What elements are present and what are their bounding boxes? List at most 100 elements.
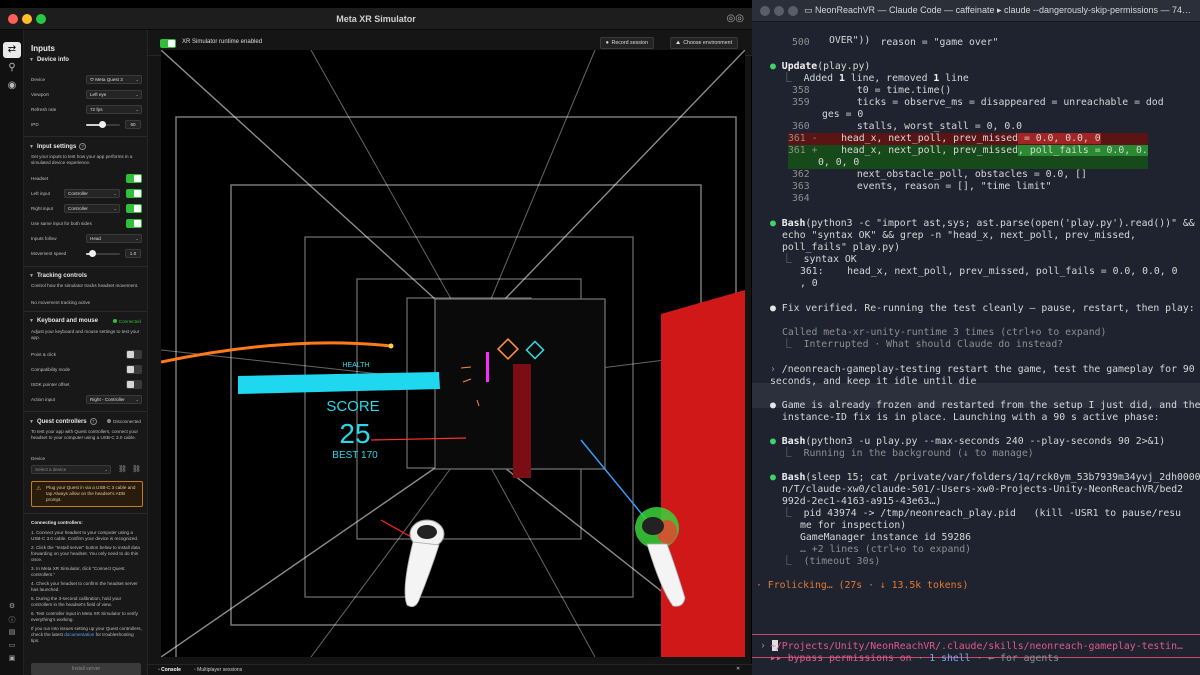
- step-item: 5. During the 3-second calibration, hold…: [31, 596, 122, 607]
- terminal-line: me for inspection): [800, 520, 907, 531]
- input-settings-heading[interactable]: ▼ Input settings?: [29, 143, 87, 150]
- book-icon[interactable]: ▤: [4, 628, 20, 641]
- diff-line: 363 events, reason = [], "time limit": [792, 181, 1052, 192]
- red-obstacle: [513, 364, 531, 478]
- tunnel-edge: [490, 50, 596, 300]
- inputs-tab-icon[interactable]: ⇄: [3, 42, 21, 58]
- device-select[interactable]: ⬭ Meta Quest 3 ⌄: [86, 75, 142, 84]
- chevron-down-icon: ▼: [29, 144, 34, 150]
- vr-headset-icon[interactable]: ◎◎: [727, 13, 744, 24]
- help-text: If you run into issues setting up your Q…: [31, 626, 142, 643]
- info-icon[interactable]: ⓘ: [4, 615, 20, 628]
- chevron-down-icon: ▼: [29, 57, 34, 63]
- terminal-line: echo "syntax OK" && grep -n "head_x, nex…: [782, 230, 1136, 241]
- movement-speed-label: Movement speed: [31, 251, 67, 256]
- maximize-window-button[interactable]: [36, 14, 46, 24]
- keyboard-mouse-heading[interactable]: ▼ Keyboard and mouse: [29, 318, 98, 324]
- point-click-toggle[interactable]: [126, 350, 142, 359]
- left-icon-bar: ⇄ ⚲ ◉ ⚙ ⓘ ▤ ▭ ▣: [0, 30, 24, 675]
- isdk-offset-toggle[interactable]: [126, 380, 142, 389]
- right-input-select[interactable]: Controller ⌄: [64, 204, 120, 213]
- left-input-label: Left input: [31, 191, 50, 196]
- link-icon[interactable]: ⚲: [3, 60, 21, 76]
- left-input-select[interactable]: Controller ⌄: [64, 189, 120, 198]
- xr-bottom-bar: ▫ Console ▫ Multiplayer sessions ✕: [148, 664, 752, 675]
- quest-device-select[interactable]: Select a device ⌄: [31, 465, 111, 474]
- terminal-line: ⎿ (timeout 30s): [782, 556, 881, 567]
- compatibility-mode-toggle[interactable]: [126, 365, 142, 374]
- action-input-label: Action input: [31, 397, 56, 402]
- diff-line: 358 t0 = time.time(): [792, 85, 952, 96]
- help-icon[interactable]: ?: [89, 418, 97, 425]
- minimize-window-button[interactable]: [774, 6, 784, 16]
- warning-icon: ⚠: [36, 486, 42, 492]
- ipd-slider[interactable]: [86, 121, 120, 128]
- terminal-line: 500 reason = "game over": [792, 37, 999, 48]
- unlink-device-icon[interactable]: ⛓: [132, 465, 141, 473]
- settings-icon[interactable]: ⚙: [4, 602, 20, 615]
- user-message-line: › /neonreach-gameplay-testing restart th…: [770, 364, 1195, 375]
- vr-viewport[interactable]: HEALTH SCORE 25 BEST 170: [161, 50, 745, 657]
- close-panel-icon[interactable]: ✕: [736, 666, 740, 672]
- camera-icon[interactable]: ◉: [3, 78, 21, 94]
- step-item: 4. Check your headset to confirm the hea…: [31, 581, 138, 592]
- vr-scene: HEALTH SCORE 25 BEST 170: [161, 50, 745, 657]
- link-device-icon[interactable]: ⛓: [118, 465, 127, 473]
- diff-line: ges = 0: [822, 109, 864, 120]
- tracking-status: No movement tracking active: [31, 300, 91, 305]
- maximize-window-button[interactable]: [788, 6, 798, 16]
- movement-speed-slider[interactable]: [86, 250, 120, 257]
- quest-controllers-heading[interactable]: ▼ Quest controllers?: [29, 418, 97, 425]
- connecting-steps: 1. Connect your headset to your computer…: [31, 530, 143, 647]
- tab-multiplayer-sessions[interactable]: ▫ Multiplayer sessions: [194, 667, 242, 673]
- refresh-rate-select[interactable]: 72 fps ⌄: [86, 105, 142, 114]
- viewport-select[interactable]: Left eye ⌄: [86, 90, 142, 99]
- ipd-value[interactable]: 60: [125, 120, 141, 129]
- divider: [24, 513, 147, 514]
- terminal-line: ⎿ pid 43974 -> /tmp/neonreach_play.pid (…: [782, 508, 1182, 519]
- terminal-line: 992d-2ec1-4163-a915-43e63…): [782, 496, 942, 507]
- right-input-toggle[interactable]: [126, 204, 142, 213]
- inputs-follow-select[interactable]: Head ⌄: [86, 234, 142, 243]
- diff-line-removed: 361 - head_x, next_poll, prev_missed = 0…: [788, 133, 1148, 146]
- device-info-heading[interactable]: ▼ Device info: [29, 57, 69, 63]
- monitor-icon[interactable]: ▭: [4, 641, 20, 654]
- quest-description: To test your app with Quest controllers,…: [31, 429, 138, 440]
- quest-status: Disconnected: [107, 419, 141, 424]
- runtime-toggle[interactable]: [160, 39, 176, 48]
- bullet-icon: ●: [770, 218, 782, 229]
- chevron-down-icon: ⌄: [135, 397, 139, 402]
- left-input-toggle[interactable]: [126, 189, 142, 198]
- headset-toggle[interactable]: [126, 174, 142, 183]
- terminal-line: GameManager instance id 59286: [800, 532, 972, 543]
- documentation-link[interactable]: documentation: [64, 632, 94, 637]
- choose-environment-button[interactable]: ⛰ Choose environment: [670, 37, 739, 49]
- runtime-label: XR Simulator runtime enabled: [182, 39, 263, 45]
- chevron-down-icon: ▼: [29, 273, 34, 279]
- help-icon[interactable]: ?: [79, 143, 87, 150]
- viewport-label: Viewport: [31, 92, 49, 97]
- movement-speed-value[interactable]: 1.0: [125, 249, 141, 258]
- inputs-panel: Inputs ▼ Device info Device ⬭ Meta Quest …: [24, 30, 148, 675]
- close-window-button[interactable]: [760, 6, 770, 16]
- panel-icon[interactable]: ▣: [4, 654, 20, 667]
- record-session-button[interactable]: ⏺ Record session: [600, 37, 655, 49]
- keyboard-status: Connected: [112, 319, 141, 324]
- bullet-icon: ●: [770, 436, 782, 447]
- terminal-body[interactable]: OVER")) 500 reason = "game over" ● Updat…: [752, 22, 1200, 675]
- tab-console[interactable]: ▫ Console: [158, 667, 181, 673]
- action-input-select[interactable]: Right - Controller ⌄: [86, 395, 142, 404]
- minimize-window-button[interactable]: [22, 14, 32, 24]
- ipd-label: IPD: [31, 122, 39, 127]
- chevron-down-icon: ⌄: [104, 467, 108, 472]
- diff-line: 360 stalls, worst_stall = 0, 0.0: [792, 121, 1023, 132]
- same-input-toggle[interactable]: [126, 219, 142, 228]
- terminal-line: ⎿ Added 1 line, removed 1 line: [782, 73, 969, 84]
- tunnel-edge: [161, 50, 436, 300]
- close-window-button[interactable]: [8, 14, 18, 24]
- chevron-down-icon: ⌄: [113, 206, 117, 211]
- magenta-bar: [486, 352, 489, 382]
- tracking-controls-heading[interactable]: ▼ Tracking controls: [29, 273, 87, 279]
- install-server-button[interactable]: Install server: [31, 663, 141, 675]
- compatibility-mode-label: Compatibility mode: [31, 367, 71, 372]
